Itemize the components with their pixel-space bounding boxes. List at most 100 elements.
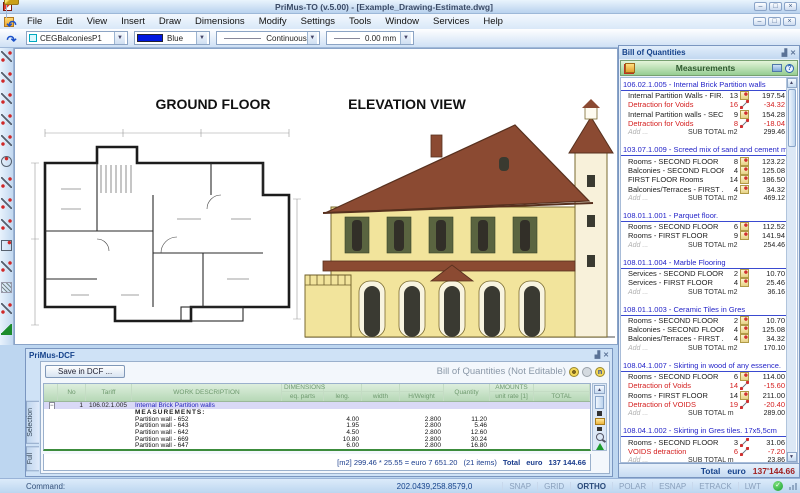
record-icon[interactable] [569, 366, 579, 377]
boq-section-title[interactable]: 108.01.1.001 - Parquet floor. [621, 209, 787, 222]
rect-sketch-tool-icon[interactable] [1, 114, 12, 125]
add-link[interactable]: Add ... [628, 242, 688, 249]
measurement-row[interactable]: Balconies - SECOND FLOOR 4 125.08 [621, 325, 787, 335]
measurement-row[interactable]: Rooms - SECOND FLOOR 6 114.00 [621, 372, 787, 382]
line-tool-icon[interactable] [1, 51, 12, 62]
table-row[interactable]: Partition wall - 648 3.75 2.800 10.50 [44, 449, 590, 450]
polygon-tool-icon[interactable] [1, 261, 12, 272]
dcf-tab[interactable]: Selection [26, 401, 39, 444]
chevron-down-icon[interactable]: ▼ [114, 32, 125, 44]
circle-tool-icon[interactable] [1, 156, 12, 167]
toggle-polar[interactable]: POLAR [612, 481, 653, 491]
maximize-button[interactable]: □ [769, 2, 782, 11]
menu-services[interactable]: Services [426, 15, 476, 28]
measurement-row[interactable]: Detraction for Voids 16 -34.32 [621, 100, 787, 110]
add-link[interactable]: Add ... [628, 345, 688, 352]
toggle-grid[interactable]: GRID [537, 481, 571, 491]
menu-file[interactable]: File [20, 15, 49, 28]
measurement-row[interactable]: Rooms - SECOND FLOOR 8 123.22 [621, 156, 787, 166]
doc-minimize-button[interactable]: – [753, 17, 766, 26]
close-button[interactable]: × [784, 2, 797, 11]
splitter-icon[interactable] [597, 411, 602, 416]
ellipse-tool-icon[interactable] [1, 198, 12, 209]
scroll-thumb[interactable] [787, 89, 796, 147]
undo-icon[interactable] [4, 18, 19, 33]
scroll-up-icon[interactable]: ▲ [786, 78, 797, 88]
image-tool-icon[interactable] [1, 303, 12, 314]
spline-tool-icon[interactable] [1, 93, 12, 104]
rectangle-tool-icon[interactable] [1, 240, 12, 251]
arc-tool-icon[interactable] [1, 177, 12, 188]
add-link[interactable]: Add ... [628, 195, 688, 202]
add-link[interactable]: Add ... [628, 457, 688, 462]
measurement-row[interactable]: Balconies - SECOND FLOOR 4 125.08 [621, 165, 787, 175]
close-icon[interactable]: ✕ [790, 49, 796, 57]
measurement-row[interactable]: Rooms - SECOND FLOOR 2 10.70 [621, 315, 787, 325]
collapse-icon[interactable]: − [49, 402, 55, 409]
toggle-lwt[interactable]: LWT [737, 481, 767, 491]
note-icon[interactable]: n [595, 366, 605, 377]
redo-icon[interactable] [4, 33, 19, 48]
measurement-row[interactable]: Services - FIRST FLOOR 4 25.46 [621, 278, 787, 288]
close-icon[interactable]: ✕ [603, 351, 609, 359]
toggle-etrack[interactable]: ETRACK [692, 481, 738, 491]
boq-section-title[interactable]: 108.04.1.002 - Skirting in Gres tiles. 1… [621, 424, 787, 438]
polyline-tool-icon[interactable] [1, 72, 12, 83]
measurement-row[interactable]: Balconies/Terraces - FIRST ... 4 34.32 [621, 334, 787, 344]
menu-tools[interactable]: Tools [342, 15, 378, 28]
boq-section-title[interactable]: 108.01.1.004 - Marble Flooring [621, 256, 787, 269]
measurement-row[interactable]: Internal Partition walls - SEC... 9 154.… [621, 109, 787, 119]
toggle-snap[interactable]: SNAP [502, 481, 538, 491]
measurement-row[interactable]: Rooms - SECOND FLOOR 3 31.06 [621, 437, 787, 447]
dcf-group-row[interactable]: − 1 106.02.1.005 Internal Brick Partitio… [44, 402, 590, 409]
table-row[interactable]: Partition wall - 647 6.00 2.800 16.80 [44, 442, 590, 449]
chevron-down-icon[interactable]: ▼ [196, 32, 207, 44]
boq-section-title[interactable]: 106.02.1.005 - Internal Brick Partition … [621, 78, 787, 91]
chevron-down-icon[interactable]: ▼ [306, 32, 317, 44]
menu-insert[interactable]: Insert [114, 15, 152, 28]
add-link[interactable]: Add ... [628, 410, 688, 417]
chevron-down-icon[interactable]: ▼ [400, 32, 411, 44]
menu-help[interactable]: Help [476, 15, 510, 28]
resize-grip-icon[interactable] [789, 482, 797, 490]
measurement-row[interactable]: FIRST FLOOR Rooms 14 186.50 [621, 175, 787, 185]
linetype-combo[interactable]: Continuous ▼ [216, 31, 320, 45]
drawing-canvas[interactable]: GROUND FLOOR ELEVATION VIEW [14, 48, 618, 345]
layer-combo[interactable]: CEGBalconiesP1 ▼ [26, 31, 128, 45]
toggle-ortho[interactable]: ORTHO [570, 481, 612, 491]
pin-icon[interactable]: ▟ [782, 49, 787, 57]
scroll-up-icon[interactable]: ▲ [594, 385, 605, 394]
hatch-tool-icon[interactable] [1, 282, 12, 293]
menu-dimensions[interactable]: Dimensions [188, 15, 252, 28]
help-icon[interactable]: ? [785, 63, 794, 73]
measurement-row[interactable]: Rooms - FIRST FLOOR 14 211.00 [621, 390, 787, 400]
table-row[interactable]: Partition wall - 643 1.95 2.800 5.46 [44, 422, 590, 429]
menu-draw[interactable]: Draw [152, 15, 188, 28]
splitter-icon[interactable] [597, 426, 602, 432]
area-measure-tool-icon[interactable] [1, 324, 12, 335]
boq-section-title[interactable]: 108.04.1.007 - Skirting in wood of any e… [621, 359, 787, 372]
menu-modify[interactable]: Modify [252, 15, 294, 28]
menu-edit[interactable]: Edit [49, 15, 79, 28]
measurement-row[interactable]: Rooms - FIRST FLOOR 9 141.94 [621, 231, 787, 241]
table-row[interactable]: Partition wall - 669 10.80 2.800 30.24 [44, 436, 590, 443]
boq-section-title[interactable]: 103.07.1.009 - Screed mix of sand and ce… [621, 143, 787, 157]
command-prompt[interactable]: Command: [26, 482, 65, 491]
menu-settings[interactable]: Settings [294, 15, 342, 28]
magnifier-icon[interactable] [595, 433, 604, 442]
add-link[interactable]: Add ... [628, 129, 688, 136]
table-row[interactable]: Partition wall - 642 4.50 2.800 12.60 [44, 429, 590, 436]
save-in-dcf-button[interactable]: Save in DCF ... [45, 365, 126, 378]
measurement-row[interactable]: VOIDS detraction 6 -7.20 [621, 446, 787, 456]
minimize-button[interactable]: – [754, 2, 767, 11]
printer-icon[interactable] [772, 64, 782, 72]
doc-close-button[interactable]: × [783, 17, 796, 26]
add-link[interactable]: Add ... [628, 289, 688, 296]
lineweight-combo[interactable]: 0.00 mm ▼ [326, 31, 414, 45]
scroll-down-icon[interactable]: ▼ [786, 452, 797, 462]
doc-restore-button[interactable]: □ [768, 17, 781, 26]
measurement-row[interactable]: Internal Partition Walls - FIR... 13 197… [621, 91, 787, 101]
pause-icon[interactable] [582, 366, 592, 377]
cloud-tool-icon[interactable] [1, 219, 12, 230]
measurement-row[interactable]: Detraction of VOIDS 19 -20.40 [621, 399, 787, 409]
